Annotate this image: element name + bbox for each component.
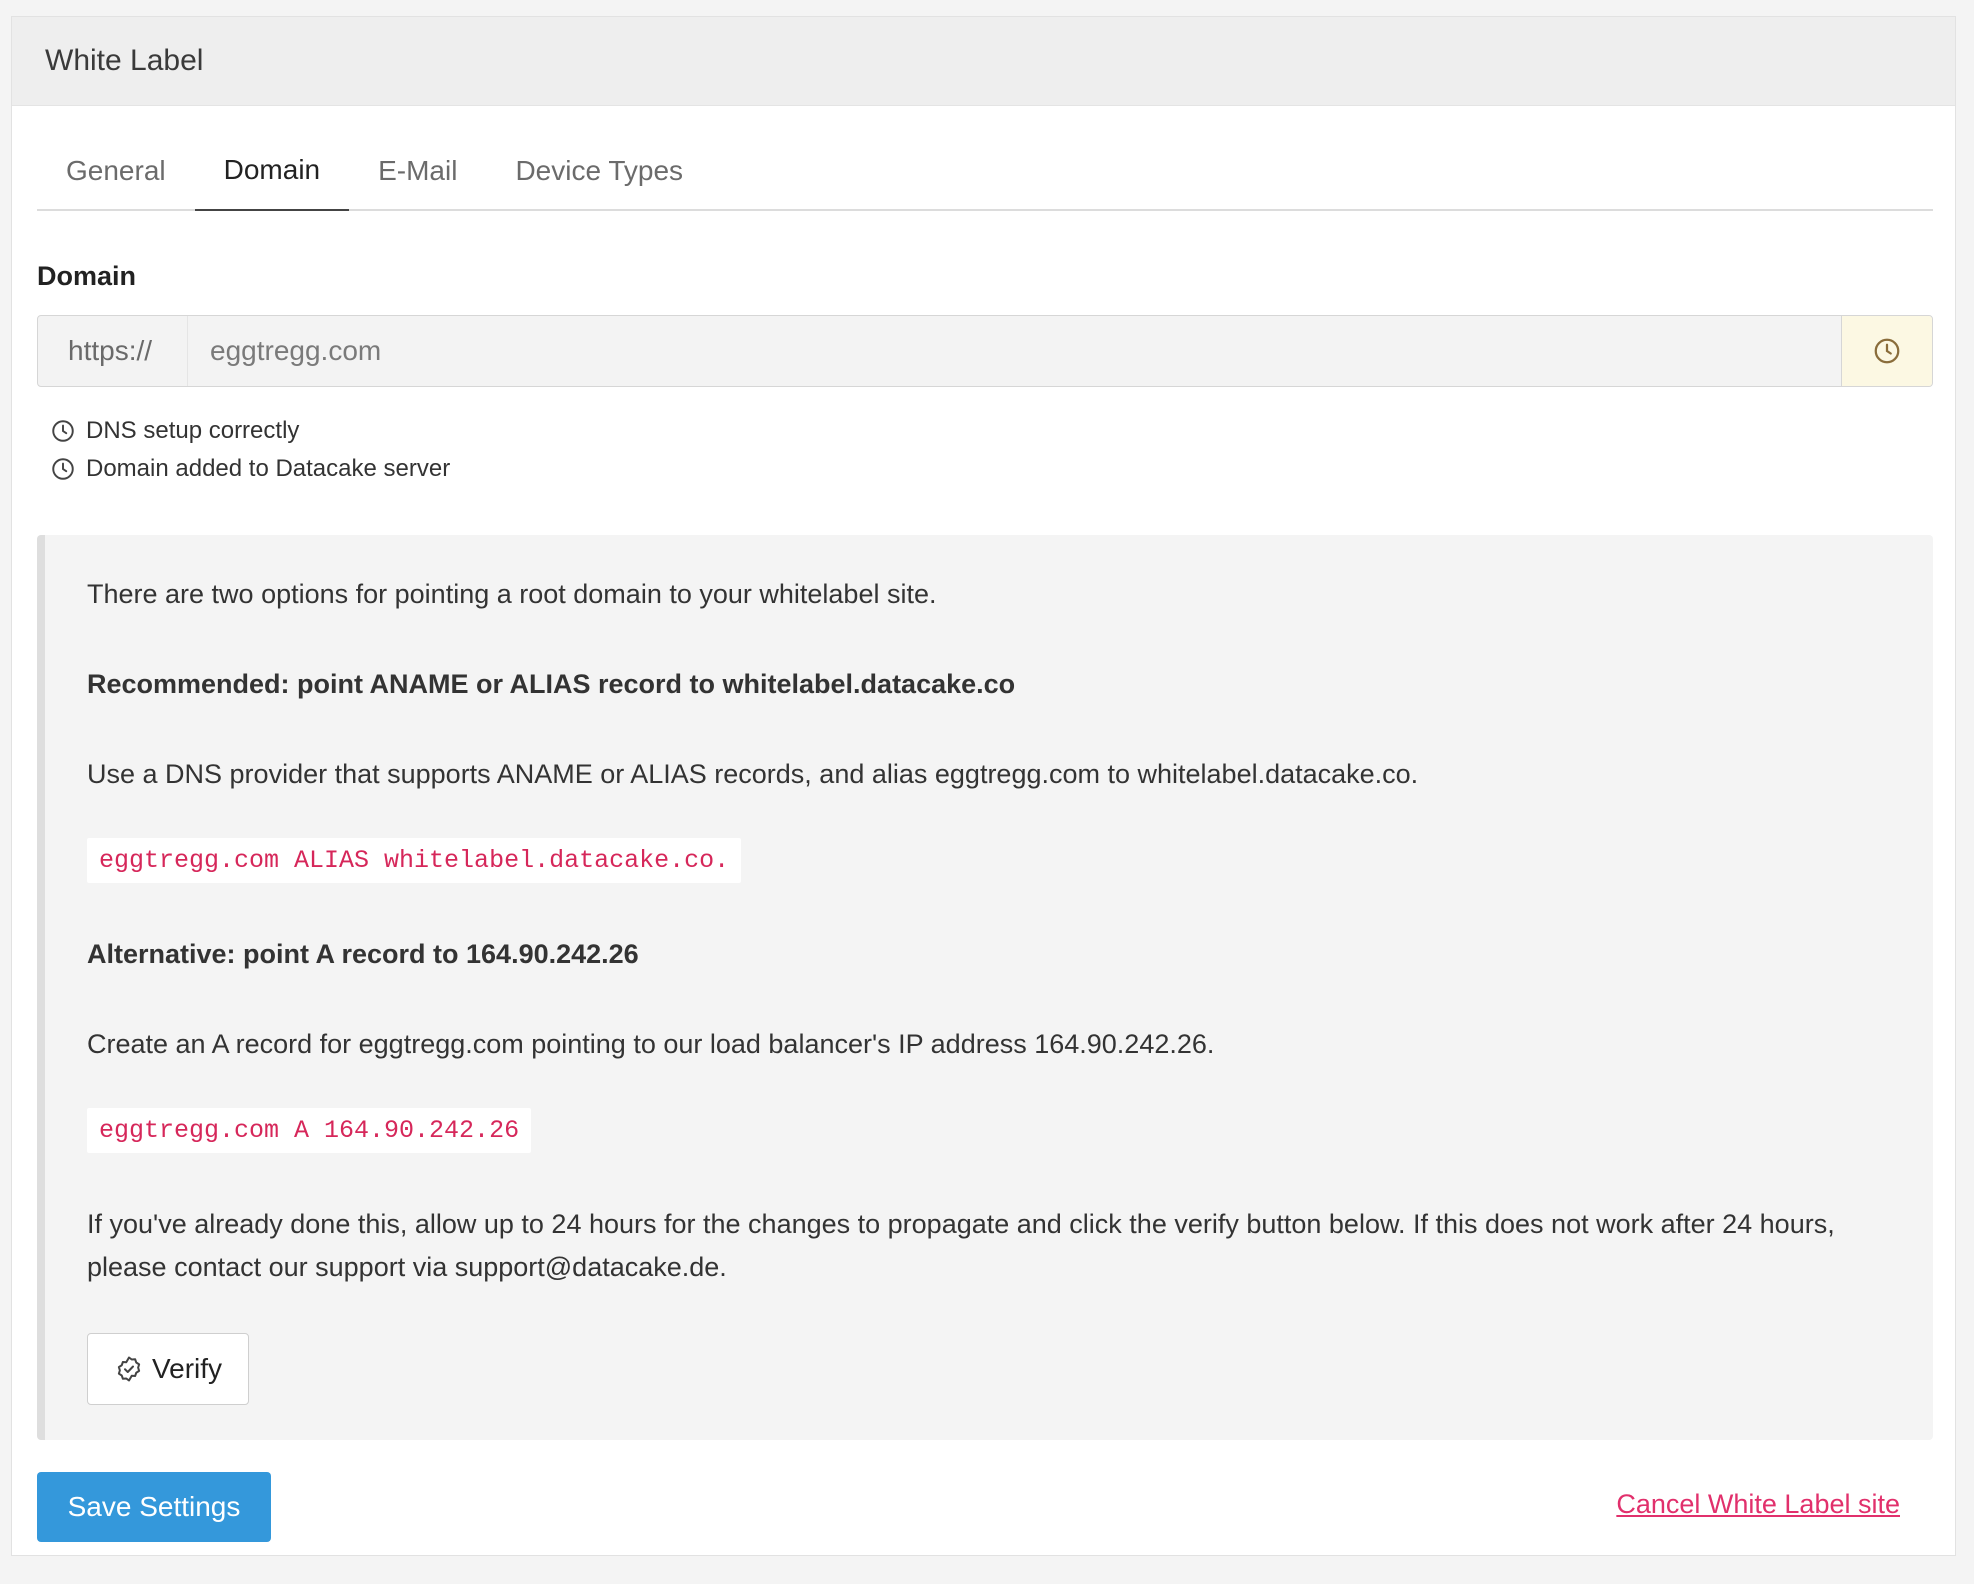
- domain-status-addon: [1841, 316, 1932, 386]
- dns-instructions-box: There are two options for pointing a roo…: [37, 535, 1933, 1440]
- panel-title: White Label: [12, 17, 1955, 106]
- tab-bar: General Domain E-Mail Device Types: [37, 131, 1933, 211]
- domain-prefix: https://: [38, 316, 188, 386]
- clock-icon: [50, 456, 76, 482]
- domain-input[interactable]: eggtregg.com: [188, 316, 1841, 386]
- tab-domain[interactable]: Domain: [194, 131, 350, 211]
- clock-icon: [1872, 336, 1902, 366]
- verify-button[interactable]: Verify: [87, 1333, 249, 1405]
- footer-text: If you've already done this, allow up to…: [87, 1209, 1835, 1282]
- badge-check-icon: [114, 1354, 144, 1384]
- a-record-code: eggtregg.com A 164.90.242.26: [87, 1108, 532, 1153]
- cancel-white-label-link[interactable]: Cancel White Label site: [1616, 1489, 1900, 1520]
- alternative-heading: Alternative: point A record to 164.90.24…: [87, 939, 639, 969]
- alternative-text: Create an A record for eggtregg.com poin…: [87, 1029, 1215, 1059]
- recommended-heading: Recommended: point ANAME or ALIAS record…: [87, 669, 1016, 699]
- status-label: DNS setup correctly: [86, 417, 300, 444]
- verify-label: Verify: [151, 1353, 223, 1384]
- domain-input-group: https:// eggtregg.com: [37, 315, 1933, 387]
- status-item-server: Domain added to Datacake server: [50, 450, 450, 488]
- intro-text: There are two options for pointing a roo…: [87, 579, 937, 609]
- save-settings-button[interactable]: Save Settings: [37, 1472, 271, 1542]
- tab-email[interactable]: E-Mail: [349, 131, 486, 211]
- tab-device-types[interactable]: Device Types: [486, 131, 712, 211]
- domain-label: Domain: [37, 261, 137, 291]
- tab-general[interactable]: General: [37, 131, 195, 211]
- clock-icon: [50, 418, 76, 444]
- white-label-panel: White Label General Domain E-Mail Device…: [11, 16, 1956, 1556]
- alias-record-code: eggtregg.com ALIAS whitelabel.datacake.c…: [87, 838, 742, 883]
- status-label: Domain added to Datacake server: [86, 455, 451, 482]
- recommended-text: Use a DNS provider that supports ANAME o…: [87, 759, 1419, 789]
- status-item-dns: DNS setup correctly: [50, 412, 450, 450]
- status-list: DNS setup correctly Domain added to Data…: [50, 412, 450, 488]
